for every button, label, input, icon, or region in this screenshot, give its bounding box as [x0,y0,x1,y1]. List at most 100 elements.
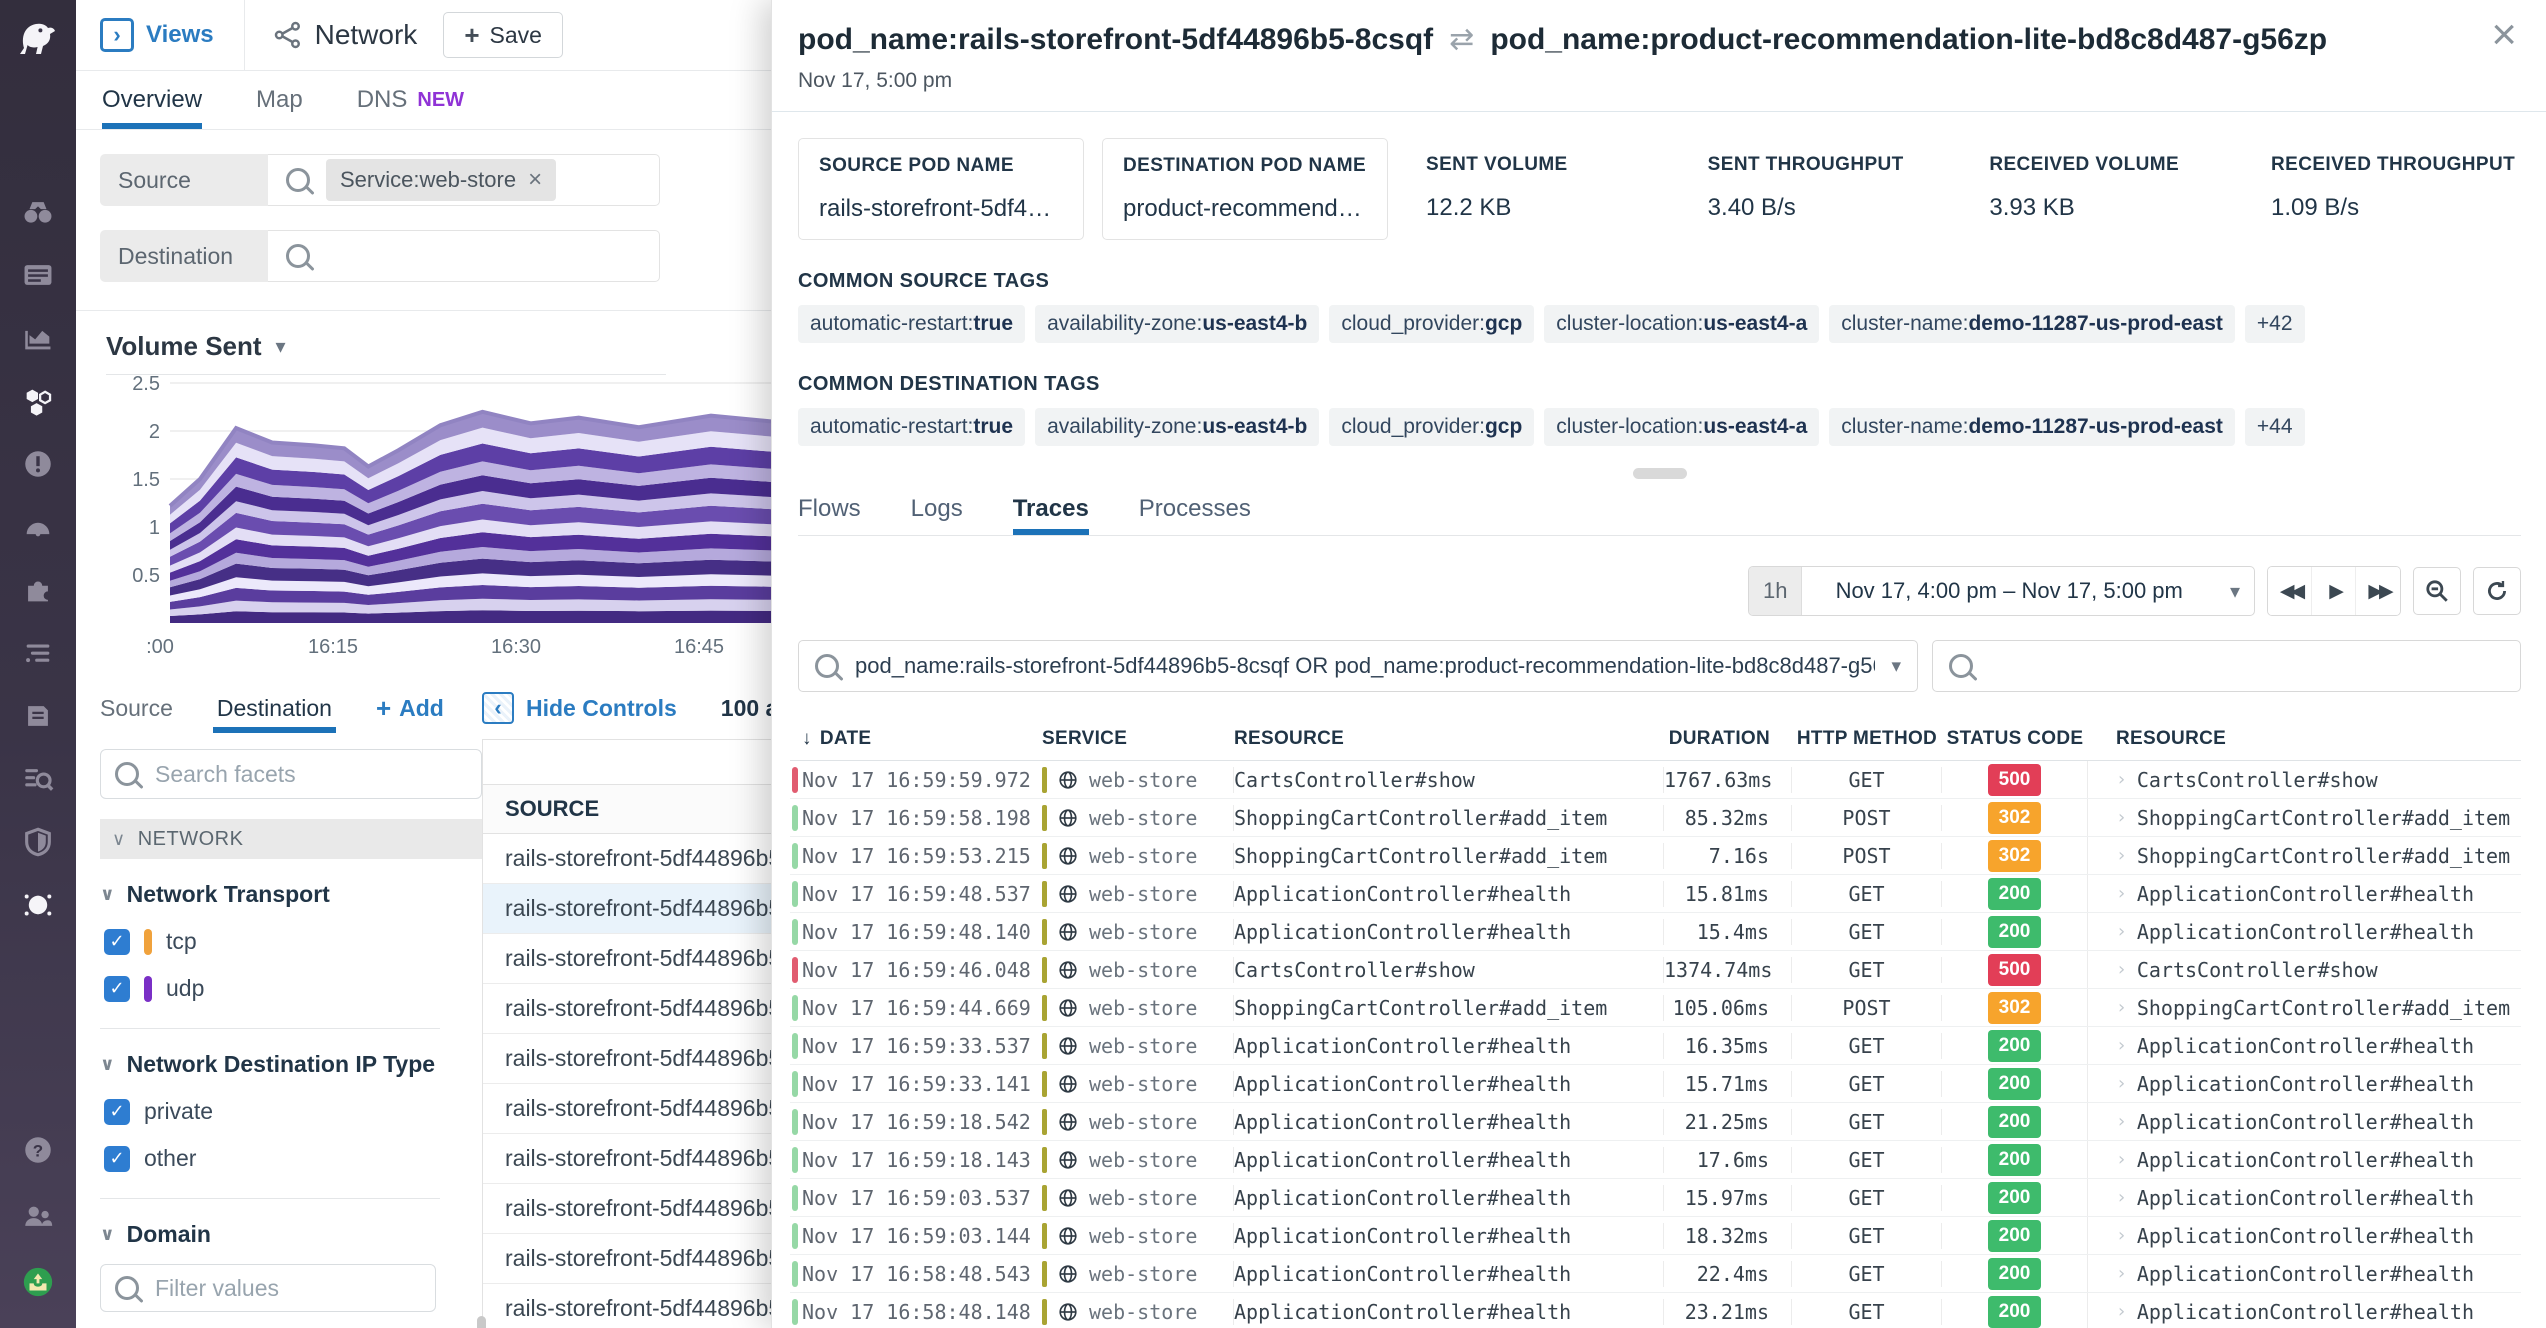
trace-resource-link[interactable]: ›CartsController#show [2088,768,2521,792]
hide-controls-button[interactable]: ‹ Hide Controls [482,692,677,724]
facet-option[interactable]: ✓udp [104,975,482,1002]
source-table-row[interactable]: rails-storefront-5df44896b5-hrs [483,1184,771,1234]
source-table-row[interactable]: rails-storefront-5df44896b5-c4r [483,1084,771,1134]
volume-chart-title[interactable]: Volume Sent ▾ [106,331,771,362]
trace-resource-link[interactable]: ›ApplicationController#health [2088,1034,2521,1058]
volume-sent-chart[interactable]: 0.511.522.5:0016:1516:3016:45 [100,375,771,669]
trace-row[interactable]: Nov 17 16:59:53.215web-storeShoppingCart… [790,837,2521,875]
install-icon[interactable] [18,1262,58,1302]
apm-icon[interactable] [18,507,58,547]
remove-token-icon[interactable]: × [528,166,542,194]
refresh-button[interactable] [2473,567,2521,615]
source-filter-token[interactable]: Service:web-store × [326,159,556,201]
trace-row[interactable]: Nov 17 16:59:48.140web-storeApplicationC… [790,913,2521,951]
tag-pill[interactable]: cluster-name:demo-11287-us-prod-east [1829,408,2235,446]
trace-row[interactable]: Nov 17 16:59:48.537web-storeApplicationC… [790,875,2521,913]
skip-forward-button[interactable]: ▶▶ [2356,567,2400,615]
skip-back-button[interactable]: ◀◀ [2268,567,2312,615]
security-icon[interactable] [18,822,58,862]
trace-row[interactable]: Nov 17 16:59:33.141web-storeApplicationC… [790,1065,2521,1103]
facet-search-box[interactable] [100,749,482,799]
save-button[interactable]: + Save [443,12,563,58]
infrastructure-icon[interactable] [18,381,58,421]
trace-resource-link[interactable]: ›ApplicationController#health [2088,1148,2521,1172]
trace-resource-link[interactable]: ›ApplicationController#health [2088,1224,2521,1248]
col-status-code[interactable]: STATUS CODE [1942,728,2088,750]
views-button[interactable]: › Views [100,18,214,52]
source-filter-input[interactable]: Service:web-store × [268,154,660,206]
col-resource[interactable]: RESOURCE [1234,728,1664,750]
facet-tab-source[interactable]: Source [100,683,173,733]
zoom-out-button[interactable] [2413,567,2461,615]
source-table-row[interactable]: rails-storefront-5df44896b5-cdf [483,1284,771,1328]
tag-pill[interactable]: cloud_provider:gcp [1329,408,1534,446]
panel-tab-traces[interactable]: Traces [1013,483,1089,535]
tag-pill[interactable]: cloud_provider:gcp [1329,305,1534,343]
trace-row[interactable]: Nov 17 16:59:18.143web-storeApplicationC… [790,1141,2521,1179]
checkbox-checked-icon[interactable]: ✓ [104,1099,130,1125]
source-table-row[interactable]: rails-storefront-5df44896b5-tgx [483,1034,771,1084]
close-icon[interactable]: × [2485,12,2523,58]
dashboards-icon[interactable] [18,255,58,295]
trace-resource-link[interactable]: ›CartsController#show [2088,958,2521,982]
tab-dns[interactable]: DNSNEW [357,71,464,129]
panel-tab-processes[interactable]: Processes [1139,483,1251,535]
time-range-picker[interactable]: 1h Nov 17, 4:00 pm – Nov 17, 5:00 pm ▾ [1748,566,2255,616]
trace-resource-link[interactable]: ›ApplicationController#health [2088,1186,2521,1210]
facet-scrollbar[interactable] [477,1316,486,1328]
panel-tab-logs[interactable]: Logs [911,483,963,535]
add-facet-button[interactable]: + Add [376,693,444,724]
source-table-row[interactable]: rails-storefront-5df44896b5-8cs [483,884,771,934]
log-explorer-icon[interactable] [18,759,58,799]
source-table-row[interactable]: rails-storefront-5df44896b5-bp [483,934,771,984]
facet-section-title[interactable]: ∨Domain [100,1221,482,1248]
facet-option[interactable]: ✓private [104,1098,482,1125]
logs-icon[interactable] [18,633,58,673]
trace-row[interactable]: Nov 17 16:58:48.148web-storeApplicationC… [790,1293,2521,1328]
facet-option[interactable]: ✓tcp [104,928,482,955]
checkbox-checked-icon[interactable]: ✓ [104,1146,130,1172]
trace-resource-link[interactable]: ›ShoppingCartController#add_item [2088,806,2521,830]
more-tags-pill[interactable]: +42 [2245,305,2305,343]
integrations-icon[interactable] [18,570,58,610]
datadog-logo[interactable] [0,0,76,72]
trace-row[interactable]: Nov 17 16:59:44.669web-storeShoppingCart… [790,989,2521,1027]
trace-row[interactable]: Nov 17 16:59:33.537web-storeApplicationC… [790,1027,2521,1065]
source-table-row[interactable]: rails-storefront-5df44896b5-77x [483,984,771,1034]
tag-pill[interactable]: cluster-location:us-east4-a [1544,408,1819,446]
facet-search-input[interactable] [153,760,417,789]
play-button[interactable]: ▶ [2312,567,2356,615]
checkbox-checked-icon[interactable]: ✓ [104,976,130,1002]
monitors-icon[interactable] [18,444,58,484]
help-icon[interactable]: ? [18,1130,58,1170]
trace-resource-link[interactable]: ›ApplicationController#health [2088,1300,2521,1324]
destination-filter-input[interactable] [268,230,660,282]
tag-pill[interactable]: availability-zone:us-east4-b [1035,408,1319,446]
trace-resource-link[interactable]: ›ApplicationController#health [2088,1072,2521,1096]
col-date[interactable]: ↓DATE [802,728,1042,750]
tab-overview[interactable]: Overview [102,71,202,129]
tag-pill[interactable]: cluster-name:demo-11287-us-prod-east [1829,305,2235,343]
watchdog-icon[interactable] [18,192,58,232]
facet-group-network[interactable]: ∨ NETWORK [100,819,482,859]
source-table-row[interactable]: rails-storefront-5df44896b5-xx4 [483,1134,771,1184]
source-table-row[interactable]: rails-storefront-5df44896b5-v27 [483,834,771,884]
facet-section-title[interactable]: ∨Network Destination IP Type [100,1051,482,1078]
network-icon[interactable] [18,885,58,925]
users-icon[interactable] [18,1196,58,1236]
trace-resource-link[interactable]: ›ApplicationController#health [2088,1110,2521,1134]
checkbox-checked-icon[interactable]: ✓ [104,929,130,955]
trace-resource-link[interactable]: ›ApplicationController#health [2088,920,2521,944]
facet-section-title[interactable]: ∨Network Transport [100,881,482,908]
trace-resource-link[interactable]: ›ShoppingCartController#add_item [2088,996,2521,1020]
trace-row[interactable]: Nov 17 16:59:59.972web-storeCartsControl… [790,761,2521,799]
trace-resource-link[interactable]: ›ApplicationController#health [2088,882,2521,906]
panel-tab-flows[interactable]: Flows [798,483,861,535]
col-resource-2[interactable]: RESOURCE [2088,728,2521,750]
source-column-header[interactable]: SOURCE [483,785,771,834]
drag-handle[interactable] [1633,468,1687,479]
trace-resource-link[interactable]: ›ApplicationController#health [2088,1262,2521,1286]
facet-filter-box[interactable] [100,1264,436,1312]
tag-pill[interactable]: cluster-location:us-east4-a [1544,305,1819,343]
trace-query-box[interactable]: pod_name:rails-storefront-5df44896b5-8cs… [798,640,1918,692]
